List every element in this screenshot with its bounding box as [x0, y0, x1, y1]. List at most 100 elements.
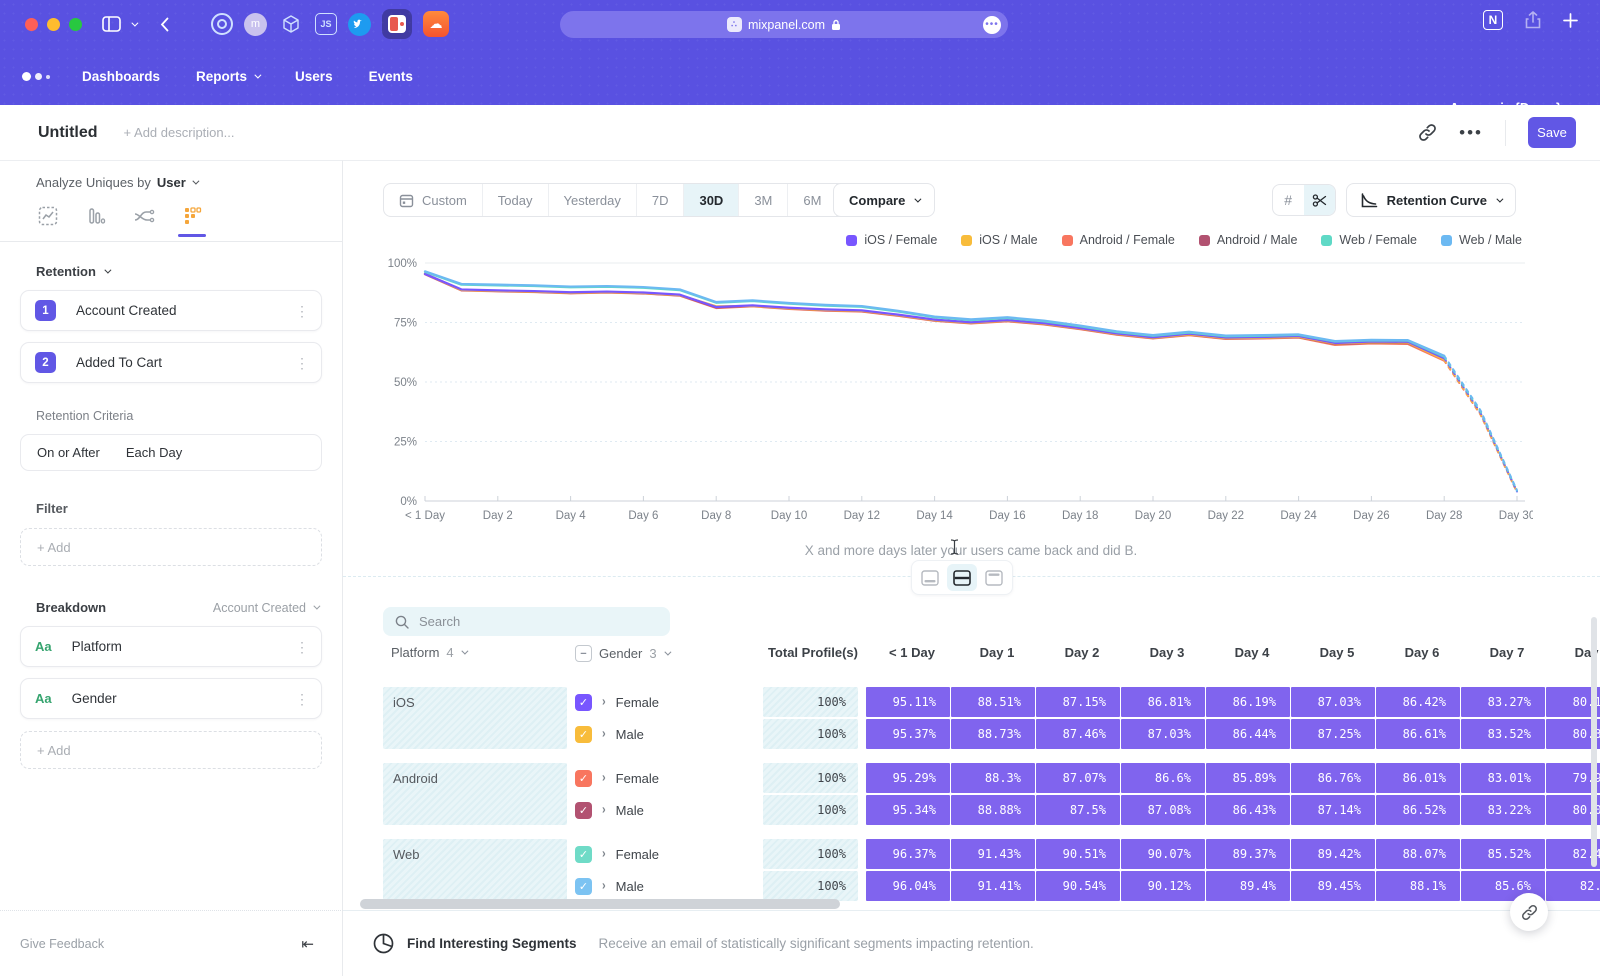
retention-value-cell[interactable]: 87.07%	[1036, 763, 1120, 793]
retention-value-cell[interactable]: 86.81%	[1121, 687, 1205, 717]
legend-item-ios-male[interactable]: iOS / Male	[961, 233, 1037, 247]
add-breakdown-button[interactable]: + Add	[20, 731, 322, 769]
gender-row-android-male[interactable]: ✓›Male	[575, 795, 747, 825]
day-column-header[interactable]: < 1 Day	[870, 645, 954, 660]
sidebar-chevron-icon[interactable]	[131, 19, 138, 26]
kebab-menu-icon[interactable]: ⋮	[295, 356, 309, 370]
retention-value-cell[interactable]: 95.37%	[866, 719, 950, 749]
table-search-input[interactable]	[419, 614, 639, 629]
series-checkbox[interactable]: ✓	[575, 878, 592, 895]
minimize-window-button[interactable]	[47, 18, 60, 31]
day-column-header[interactable]: Day 3	[1125, 645, 1209, 660]
retention-value-cell[interactable]: 88.73%	[951, 719, 1035, 749]
retention-value-cell[interactable]: 86.42%	[1376, 687, 1460, 717]
layout-table-only-button[interactable]	[979, 564, 1009, 591]
day-column-header[interactable]: Day 1	[955, 645, 1039, 660]
series-checkbox[interactable]: ✓	[575, 802, 592, 819]
retention-value-cell[interactable]: 88.1%	[1376, 871, 1460, 901]
gender-row-ios-male[interactable]: ✓›Male	[575, 719, 747, 749]
date-range-3m[interactable]: 3M	[739, 184, 788, 216]
retention-value-cell[interactable]: 86.6%	[1121, 763, 1205, 793]
grid-toggle-button[interactable]: #	[1273, 185, 1304, 215]
series-checkbox[interactable]: ✓	[575, 846, 592, 863]
kebab-menu-icon[interactable]: ⋮	[295, 640, 309, 654]
nav-link-events[interactable]: Events	[369, 69, 413, 84]
legend-item-android-male[interactable]: Android / Male	[1199, 233, 1298, 247]
retention-chart[interactable]: 100%75%50%25%0%< 1 DayDay 2Day 4Day 6Day…	[383, 253, 1533, 533]
layout-split-button[interactable]	[947, 564, 977, 591]
legend-item-web-male[interactable]: Web / Male	[1441, 233, 1522, 247]
retention-value-cell[interactable]: 90.12%	[1121, 871, 1205, 901]
maximize-window-button[interactable]	[69, 18, 82, 31]
date-range-today[interactable]: Today	[483, 184, 549, 216]
total-profiles-header[interactable]: Total Profile(s)	[738, 645, 858, 660]
retention-value-cell[interactable]: 87.03%	[1291, 687, 1375, 717]
expand-row-icon[interactable]: ›	[602, 771, 606, 785]
copy-link-icon[interactable]	[1418, 123, 1437, 142]
legend-item-web-female[interactable]: Web / Female	[1321, 233, 1417, 247]
retention-value-cell[interactable]: 88.3%	[951, 763, 1035, 793]
close-window-button[interactable]	[25, 18, 38, 31]
criteria-mode[interactable]: On or After	[37, 445, 100, 460]
retention-value-cell[interactable]: 87.08%	[1121, 795, 1205, 825]
retention-value-cell[interactable]: 87.46%	[1036, 719, 1120, 749]
retention-value-cell[interactable]: 83.22%	[1461, 795, 1545, 825]
platform-cell-web[interactable]: Web	[383, 839, 567, 901]
new-tab-icon[interactable]	[1563, 13, 1578, 28]
retention-value-cell[interactable]: 86.44%	[1206, 719, 1290, 749]
js-icon[interactable]: JS	[315, 13, 337, 35]
browser-sidebar-icon[interactable]	[102, 16, 121, 32]
more-options-button[interactable]: •••	[1459, 123, 1483, 143]
tab-funnels[interactable]	[84, 206, 108, 236]
retention-value-cell[interactable]: 89.4%	[1206, 871, 1290, 901]
add-filter-button[interactable]: + Add	[20, 528, 322, 566]
notion-extension-icon[interactable]: N	[1483, 10, 1503, 30]
retention-value-cell[interactable]: 88.07%	[1376, 839, 1460, 869]
retention-value-cell[interactable]: 87.25%	[1291, 719, 1375, 749]
layout-chart-only-button[interactable]	[915, 564, 945, 591]
day-column-header[interactable]: Day 2	[1040, 645, 1124, 660]
retention-value-cell[interactable]: 91.43%	[951, 839, 1035, 869]
kebab-menu-icon[interactable]: ⋮	[295, 692, 309, 706]
retention-value-cell[interactable]: 82.5%	[1546, 871, 1600, 901]
kebab-menu-icon[interactable]: ⋮	[295, 304, 309, 318]
retention-value-cell[interactable]: 85.52%	[1461, 839, 1545, 869]
gender-row-web-female[interactable]: ✓›Female	[575, 839, 747, 869]
retention-criteria-control[interactable]: On or After Each Day	[20, 434, 322, 471]
target-icon[interactable]	[211, 13, 233, 35]
retention-value-cell[interactable]: 91.41%	[951, 871, 1035, 901]
criteria-interval[interactable]: Each Day	[126, 445, 182, 460]
gender-row-web-male[interactable]: ✓›Male	[575, 871, 747, 901]
expand-row-icon[interactable]: ›	[602, 847, 606, 861]
retention-value-cell[interactable]: 85.89%	[1206, 763, 1290, 793]
retention-value-cell[interactable]: 87.15%	[1036, 687, 1120, 717]
active-tab-icon[interactable]	[382, 9, 412, 39]
date-range-custom[interactable]: Custom	[384, 184, 483, 216]
retention-value-cell[interactable]: 96.37%	[866, 839, 950, 869]
retention-value-cell[interactable]: 83.27%	[1461, 687, 1545, 717]
breakdown-item-gender[interactable]: AaGender⋮	[20, 678, 322, 719]
nav-link-dashboards[interactable]: Dashboards	[82, 69, 160, 84]
nav-link-users[interactable]: Users	[295, 69, 333, 84]
gender-row-android-female[interactable]: ✓›Female	[575, 763, 747, 793]
retention-value-cell[interactable]: 88.88%	[951, 795, 1035, 825]
retention-value-cell[interactable]: 95.34%	[866, 795, 950, 825]
soundcloud-icon[interactable]: ☁	[423, 11, 449, 37]
legend-item-android-female[interactable]: Android / Female	[1062, 233, 1175, 247]
tab-flows[interactable]	[132, 206, 156, 236]
find-interesting-segments-button[interactable]: Find Interesting Segments	[407, 936, 577, 951]
back-icon[interactable]	[160, 17, 169, 32]
retention-value-cell[interactable]: 95.11%	[866, 687, 950, 717]
retention-section-heading[interactable]: Retention	[36, 264, 96, 279]
retention-value-cell[interactable]: 86.52%	[1376, 795, 1460, 825]
platform-cell-android[interactable]: Android	[383, 763, 567, 825]
chart-type-selector[interactable]: Retention Curve	[1346, 183, 1516, 217]
retention-value-cell[interactable]: 83.52%	[1461, 719, 1545, 749]
day-column-header[interactable]: Day 6	[1380, 645, 1464, 660]
retention-value-cell[interactable]: 89.37%	[1206, 839, 1290, 869]
breakdown-item-platform[interactable]: AaPlatform⋮	[20, 626, 322, 667]
collapse-sidebar-icon[interactable]: ⇤	[301, 935, 314, 953]
horizontal-scrollbar[interactable]	[360, 899, 840, 909]
expand-row-icon[interactable]: ›	[602, 803, 606, 817]
retention-step-account-created[interactable]: 1Account Created⋮	[20, 290, 322, 331]
